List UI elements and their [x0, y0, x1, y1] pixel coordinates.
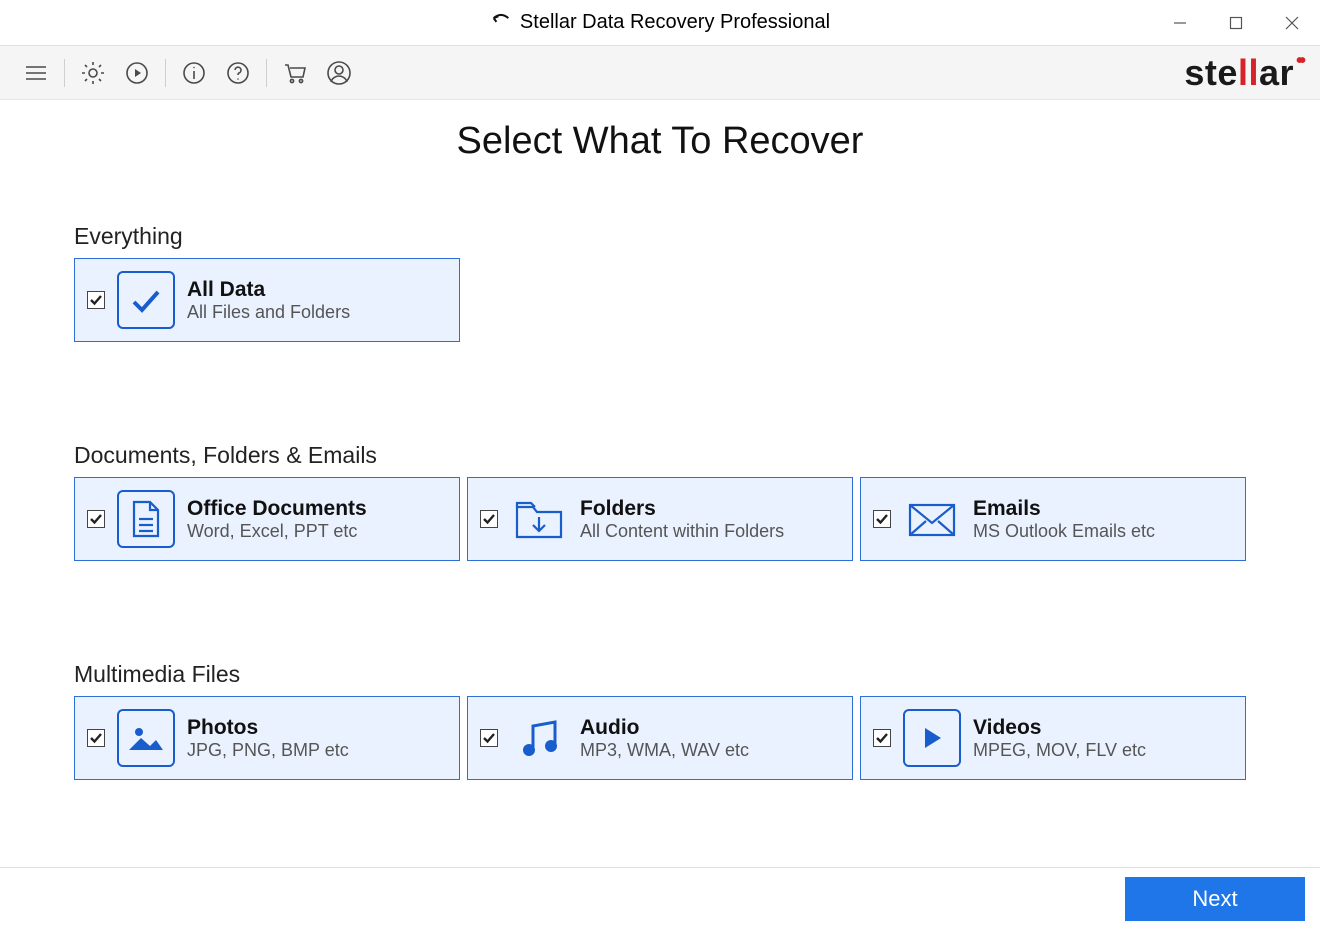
- page-title: Select What To Recover: [74, 120, 1246, 163]
- card-audio[interactable]: Audio MP3, WMA, WAV etc: [467, 696, 853, 780]
- close-button[interactable]: [1264, 0, 1320, 46]
- next-button[interactable]: Next: [1125, 877, 1305, 921]
- menu-button[interactable]: [20, 57, 52, 89]
- checkbox-photos[interactable]: [87, 729, 105, 747]
- section-heading-documents: Documents, Folders & Emails: [74, 442, 1246, 469]
- resume-recovery-button[interactable]: [121, 57, 153, 89]
- card-emails[interactable]: Emails MS Outlook Emails etc: [860, 477, 1246, 561]
- settings-button[interactable]: [77, 57, 109, 89]
- card-title: Emails: [973, 496, 1155, 521]
- card-title: Photos: [187, 715, 349, 740]
- card-all-data[interactable]: All Data All Files and Folders: [74, 258, 460, 342]
- window-controls: [1152, 0, 1320, 46]
- cart-button[interactable]: [279, 57, 311, 89]
- photo-icon: [117, 709, 175, 767]
- section-heading-everything: Everything: [74, 223, 1246, 250]
- checkbox-all-data[interactable]: [87, 291, 105, 309]
- brand-pre: ste: [1184, 52, 1238, 93]
- toolbar-separator: [165, 59, 166, 87]
- section-heading-multimedia: Multimedia Files: [74, 661, 1246, 688]
- app-title: Stellar Data Recovery Professional: [520, 11, 830, 34]
- card-title: Audio: [580, 715, 749, 740]
- brand-post: ar: [1259, 52, 1294, 93]
- card-title: Folders: [580, 496, 784, 521]
- card-subtitle: Word, Excel, PPT etc: [187, 521, 367, 543]
- folder-icon: [510, 490, 568, 548]
- brand-logo: stellar••: [1184, 52, 1300, 94]
- card-subtitle: MP3, WMA, WAV etc: [580, 740, 749, 762]
- checkbox-audio[interactable]: [480, 729, 498, 747]
- card-folders[interactable]: Folders All Content within Folders: [467, 477, 853, 561]
- toolbar-separator: [64, 59, 65, 87]
- checkbox-office-documents[interactable]: [87, 510, 105, 528]
- card-title: Videos: [973, 715, 1146, 740]
- card-videos[interactable]: Videos MPEG, MOV, FLV etc: [860, 696, 1246, 780]
- card-office-documents[interactable]: Office Documents Word, Excel, PPT etc: [74, 477, 460, 561]
- title-bar-center: Stellar Data Recovery Professional: [0, 9, 1320, 37]
- minimize-button[interactable]: [1152, 0, 1208, 46]
- section-multimedia: Multimedia Files Photos JPG, PNG, BMP et…: [74, 661, 1246, 780]
- check-icon: [117, 271, 175, 329]
- document-icon: [117, 490, 175, 548]
- toolbar: stellar••: [0, 46, 1320, 100]
- card-subtitle: JPG, PNG, BMP etc: [187, 740, 349, 762]
- back-icon[interactable]: [490, 9, 512, 37]
- video-icon: [903, 709, 961, 767]
- card-photos[interactable]: Photos JPG, PNG, BMP etc: [74, 696, 460, 780]
- maximize-button[interactable]: [1208, 0, 1264, 46]
- main-content: Select What To Recover Everything All Da…: [0, 120, 1320, 780]
- card-subtitle: All Content within Folders: [580, 521, 784, 543]
- card-title: All Data: [187, 277, 350, 302]
- brand-dots-icon: ••: [1296, 50, 1302, 72]
- section-everything: Everything All Data All Files and Folder…: [74, 223, 1246, 342]
- audio-icon: [510, 709, 568, 767]
- help-button[interactable]: [222, 57, 254, 89]
- info-button[interactable]: [178, 57, 210, 89]
- bottom-bar: Next: [0, 867, 1320, 930]
- card-subtitle: All Files and Folders: [187, 302, 350, 324]
- brand-ll: ll: [1238, 52, 1259, 93]
- title-bar: Stellar Data Recovery Professional: [0, 0, 1320, 46]
- card-title: Office Documents: [187, 496, 367, 521]
- card-subtitle: MPEG, MOV, FLV etc: [973, 740, 1146, 762]
- section-documents: Documents, Folders & Emails Office Docum…: [74, 442, 1246, 561]
- checkbox-emails[interactable]: [873, 510, 891, 528]
- card-subtitle: MS Outlook Emails etc: [973, 521, 1155, 543]
- user-button[interactable]: [323, 57, 355, 89]
- mail-icon: [903, 490, 961, 548]
- toolbar-separator: [266, 59, 267, 87]
- checkbox-folders[interactable]: [480, 510, 498, 528]
- checkbox-videos[interactable]: [873, 729, 891, 747]
